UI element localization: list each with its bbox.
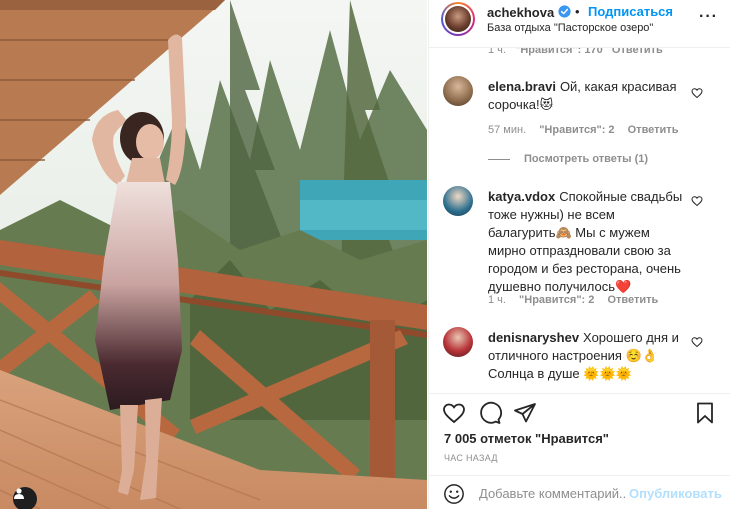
comment-time: 1 ч. [488, 48, 506, 56]
comment-body: katya.vdox Спокойные свадьбы тоже нужны) … [488, 188, 683, 296]
replies-divider [488, 158, 510, 160]
verified-badge-icon [558, 5, 571, 18]
publish-button[interactable]: Опубликовать [629, 486, 722, 501]
post-location[interactable]: База отдыха "Пасторское озеро" [487, 22, 653, 34]
photo-illustration [0, 0, 427, 509]
separator-dot: • [575, 4, 580, 19]
view-replies-label[interactable]: Посмотреть ответы (1) [524, 153, 648, 165]
bookmark-icon[interactable] [693, 401, 717, 425]
heart-icon[interactable] [442, 401, 466, 425]
view-replies-button[interactable]: Посмотреть ответы (1) [488, 153, 648, 165]
smile-icon[interactable] [443, 483, 465, 505]
comment-time: 57 мин. [488, 124, 527, 136]
post-actions [429, 393, 730, 433]
commenter-avatar[interactable] [443, 186, 473, 216]
add-comment-bar: Опубликовать [429, 475, 730, 509]
commenter-avatar[interactable] [443, 327, 473, 357]
commenter-username[interactable]: elena.bravi [488, 79, 556, 94]
comment-body: denisnaryshev Хорошего дня и отличного на… [488, 329, 683, 383]
post-side-panel: achekhova • Подписаться База отдыха "Пас… [428, 0, 730, 509]
author-username[interactable]: achekhova [487, 5, 554, 20]
heart-icon[interactable] [691, 87, 703, 99]
post-header: achekhova • Подписаться База отдыха "Пас… [429, 0, 730, 48]
comment-meta: 1 ч. "Нравится": 2 Ответить [488, 294, 668, 306]
heart-icon[interactable] [691, 336, 703, 348]
post-timestamp[interactable]: час назад [444, 453, 498, 463]
reply-button[interactable]: Ответить [607, 294, 658, 306]
comment-body: elena.bravi Ой, какая красивая сорочка!😻 [488, 78, 683, 114]
reply-button[interactable]: Ответить [628, 124, 679, 136]
comments-list[interactable]: 1 ч. "Нравится": 170 Ответить elena.brav… [429, 48, 730, 393]
share-icon[interactable] [513, 401, 537, 425]
commenter-username[interactable]: katya.vdox [488, 189, 555, 204]
heart-icon[interactable] [691, 195, 703, 207]
comment-likes[interactable]: "Нравится": 2 [539, 124, 614, 136]
author-avatar[interactable] [441, 2, 475, 36]
commenter-avatar[interactable] [443, 76, 473, 106]
comment-time: 1 ч. [488, 294, 506, 306]
comment-meta: 57 мин. "Нравится": 2 Ответить [488, 124, 688, 136]
comment-meta-cut: 1 ч. "Нравится": 170 Ответить [488, 48, 663, 56]
more-options-icon[interactable]: ··· [699, 8, 718, 26]
user-tag-icon[interactable] [13, 487, 37, 509]
reply-button[interactable]: Ответить [612, 48, 663, 56]
comment-input[interactable] [479, 482, 627, 504]
comment-likes[interactable]: "Нравится": 2 [519, 294, 594, 306]
likes-count[interactable]: 7 005 отметок "Нравится" [444, 431, 609, 446]
comment-text: Спокойные свадьбы тоже нужны) не всем ба… [488, 189, 683, 294]
follow-button[interactable]: Подписаться [588, 4, 673, 19]
commenter-username[interactable]: denisnaryshev [488, 330, 579, 345]
comment-icon[interactable] [478, 401, 502, 425]
post-photo[interactable] [0, 0, 427, 509]
comment-likes[interactable]: "Нравится": 170 [515, 48, 603, 56]
